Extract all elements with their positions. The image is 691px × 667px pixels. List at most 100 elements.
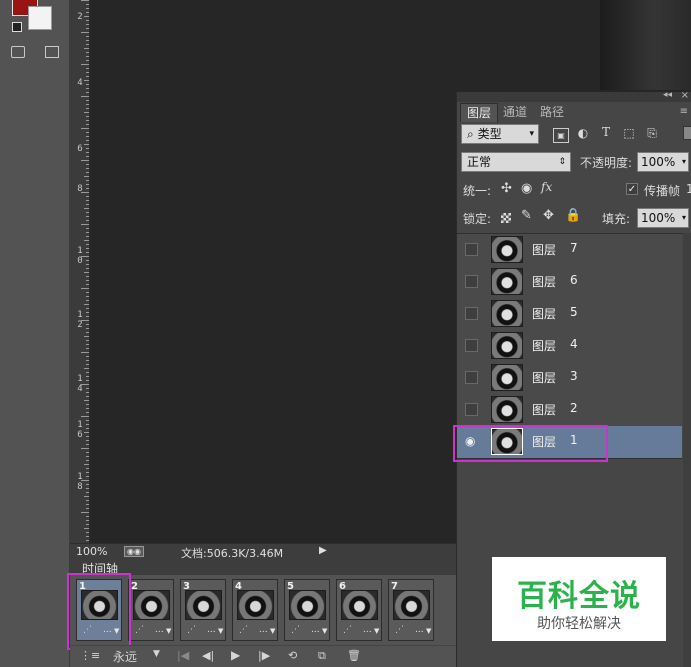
frame-thumbnail — [393, 590, 430, 620]
collapse-icon[interactable]: ◂◂ — [663, 90, 672, 100]
screen-mode-icon[interactable] — [45, 46, 59, 58]
close-icon[interactable]: × — [681, 90, 689, 101]
ruler-tick — [86, 276, 89, 277]
previous-frame-icon[interactable]: ◀| — [202, 649, 214, 662]
type-layer-filter-icon[interactable]: T — [599, 126, 613, 139]
filter-kind-dropdown[interactable]: ⌕ 类型 ▾ — [461, 124, 539, 144]
tab-paths[interactable]: 路径 — [534, 103, 570, 121]
next-frame-icon[interactable]: |▶ — [258, 649, 270, 662]
unify-visibility-icon[interactable]: ◉ — [521, 181, 532, 196]
layer-row[interactable]: 图层 5 — [457, 298, 682, 331]
visibility-toggle[interactable] — [465, 275, 478, 288]
ruler-tick — [86, 8, 89, 9]
tab-channels[interactable]: 通道 — [497, 103, 533, 121]
tween-icon[interactable]: ⟲ — [288, 649, 297, 662]
layer-number: 4 — [570, 337, 578, 351]
frame-delay[interactable]: ... — [207, 625, 216, 635]
ruler-tick — [84, 304, 89, 305]
frame-disposal-icon[interactable]: ⋰ — [395, 625, 404, 635]
search-icon: ⌕ — [467, 127, 474, 141]
status-menu-arrow-icon[interactable]: ▶ — [319, 545, 327, 556]
lock-label: 锁定: — [463, 212, 492, 226]
ruler-tick — [84, 80, 89, 81]
first-frame-icon[interactable]: |◀ — [177, 649, 189, 662]
play-icon[interactable]: ▶ — [231, 648, 240, 662]
delete-frame-icon[interactable]: 🗑 — [347, 649, 361, 662]
default-colors-icon[interactable] — [12, 22, 22, 32]
ruler-tick — [86, 188, 89, 189]
shape-layer-filter-icon[interactable]: ⬚ — [622, 127, 636, 140]
ruler-tick — [86, 444, 89, 445]
fill-input[interactable]: 100% ▾ — [637, 208, 689, 228]
panel-menu-icon[interactable]: ≡ — [680, 106, 688, 117]
frame-delay[interactable]: ... — [311, 625, 320, 635]
timeline-frame[interactable]: 2 ⋰... ▼ — [128, 579, 174, 641]
visibility-toggle[interactable] — [465, 307, 478, 320]
layer-row[interactable]: 图层 6 — [457, 266, 682, 299]
document-canvas[interactable] — [90, 0, 455, 545]
lock-position-icon[interactable]: ✥ — [543, 208, 554, 223]
visibility-toggle[interactable] — [465, 339, 478, 352]
filter-toggle-icon[interactable] — [683, 126, 691, 140]
timeline-frame[interactable]: 5 ⋰... ▼ — [284, 579, 330, 641]
adjustment-layer-filter-icon[interactable]: ◐ — [576, 127, 590, 140]
chevron-down-icon[interactable]: ▼ — [166, 627, 171, 635]
timeline-frame[interactable]: 4 ⋰... ▼ — [232, 579, 278, 641]
chevron-down-icon[interactable]: ▼ — [374, 627, 379, 635]
fill-value: 100% — [641, 211, 676, 225]
chevron-down-icon[interactable]: ▼ — [426, 627, 431, 635]
opacity-input[interactable]: 100% ▾ — [637, 152, 689, 172]
zoom-level[interactable]: 100% — [76, 545, 107, 558]
frame-delay[interactable]: ... — [363, 625, 372, 635]
lock-all-icon[interactable]: 🔒 — [565, 208, 581, 223]
propagate-checkbox[interactable]: ✓ — [626, 183, 638, 195]
frame-delay[interactable]: ... — [259, 625, 268, 635]
frame-disposal-icon[interactable]: ⋰ — [187, 625, 196, 635]
ruler-tick — [86, 404, 89, 405]
lock-transparency-icon[interactable] — [501, 213, 511, 223]
visibility-toggle[interactable] — [465, 403, 478, 416]
chevron-down-icon[interactable]: ▼ — [218, 627, 223, 635]
frame-delay[interactable]: ... — [415, 625, 424, 635]
ruler-tick — [86, 228, 89, 229]
tab-layers[interactable]: 图层 — [460, 103, 499, 122]
unify-style-icon[interactable]: fx — [541, 180, 552, 194]
layer-row[interactable]: 图层 7 — [457, 234, 682, 267]
visibility-toggle[interactable] — [465, 243, 478, 256]
chevron-down-icon[interactable]: ▼ — [270, 627, 275, 635]
ruler-tick — [86, 60, 89, 61]
ruler-digit: 6 — [77, 430, 83, 440]
ruler-tick — [86, 100, 89, 101]
layer-row[interactable]: 图层 3 — [457, 362, 682, 395]
layer-row[interactable]: 图层 2 — [457, 394, 682, 427]
ruler-tick — [86, 132, 89, 133]
blend-mode-dropdown[interactable]: 正常 ⇕ — [461, 152, 571, 172]
ruler-tick — [86, 108, 89, 109]
chevron-down-icon[interactable]: ▼ — [153, 649, 160, 659]
ruler-tick — [86, 184, 89, 185]
ruler-tick — [86, 168, 89, 169]
frame-disposal-icon[interactable]: ⋰ — [291, 625, 300, 635]
loop-option[interactable]: 永远 — [113, 648, 137, 665]
timeline-frame[interactable]: 3 ⋰... ▼ — [180, 579, 226, 641]
chevron-down-icon[interactable]: ▼ — [322, 627, 327, 635]
frame-delay[interactable]: ... — [155, 625, 164, 635]
status-info-icon[interactable]: ◉◉ — [124, 546, 144, 557]
unify-position-icon[interactable]: ✣ — [501, 181, 512, 196]
ruler-tick — [86, 428, 89, 429]
lock-pixels-icon[interactable]: ✎ — [521, 208, 532, 223]
background-color-swatch[interactable] — [28, 6, 52, 30]
convert-timeline-icon[interactable]: ⋮≡ — [80, 649, 100, 662]
layer-list-scrollbar[interactable] — [683, 233, 691, 667]
duplicate-frame-icon[interactable]: ⧉ — [318, 649, 326, 663]
timeline-frame[interactable]: 6 ⋰... ▼ — [336, 579, 382, 641]
quick-mask-icon[interactable] — [11, 46, 25, 58]
frame-disposal-icon[interactable]: ⋰ — [239, 625, 248, 635]
timeline-frame[interactable]: 7 ⋰... ▼ — [388, 579, 434, 641]
layer-row[interactable]: 图层 4 — [457, 330, 682, 363]
frame-disposal-icon[interactable]: ⋰ — [135, 625, 144, 635]
smart-object-filter-icon[interactable]: ⎘ — [645, 127, 659, 140]
pixel-layer-filter-icon[interactable]: ▣ — [553, 128, 569, 143]
frame-disposal-icon[interactable]: ⋰ — [343, 625, 352, 635]
visibility-toggle[interactable] — [465, 371, 478, 384]
